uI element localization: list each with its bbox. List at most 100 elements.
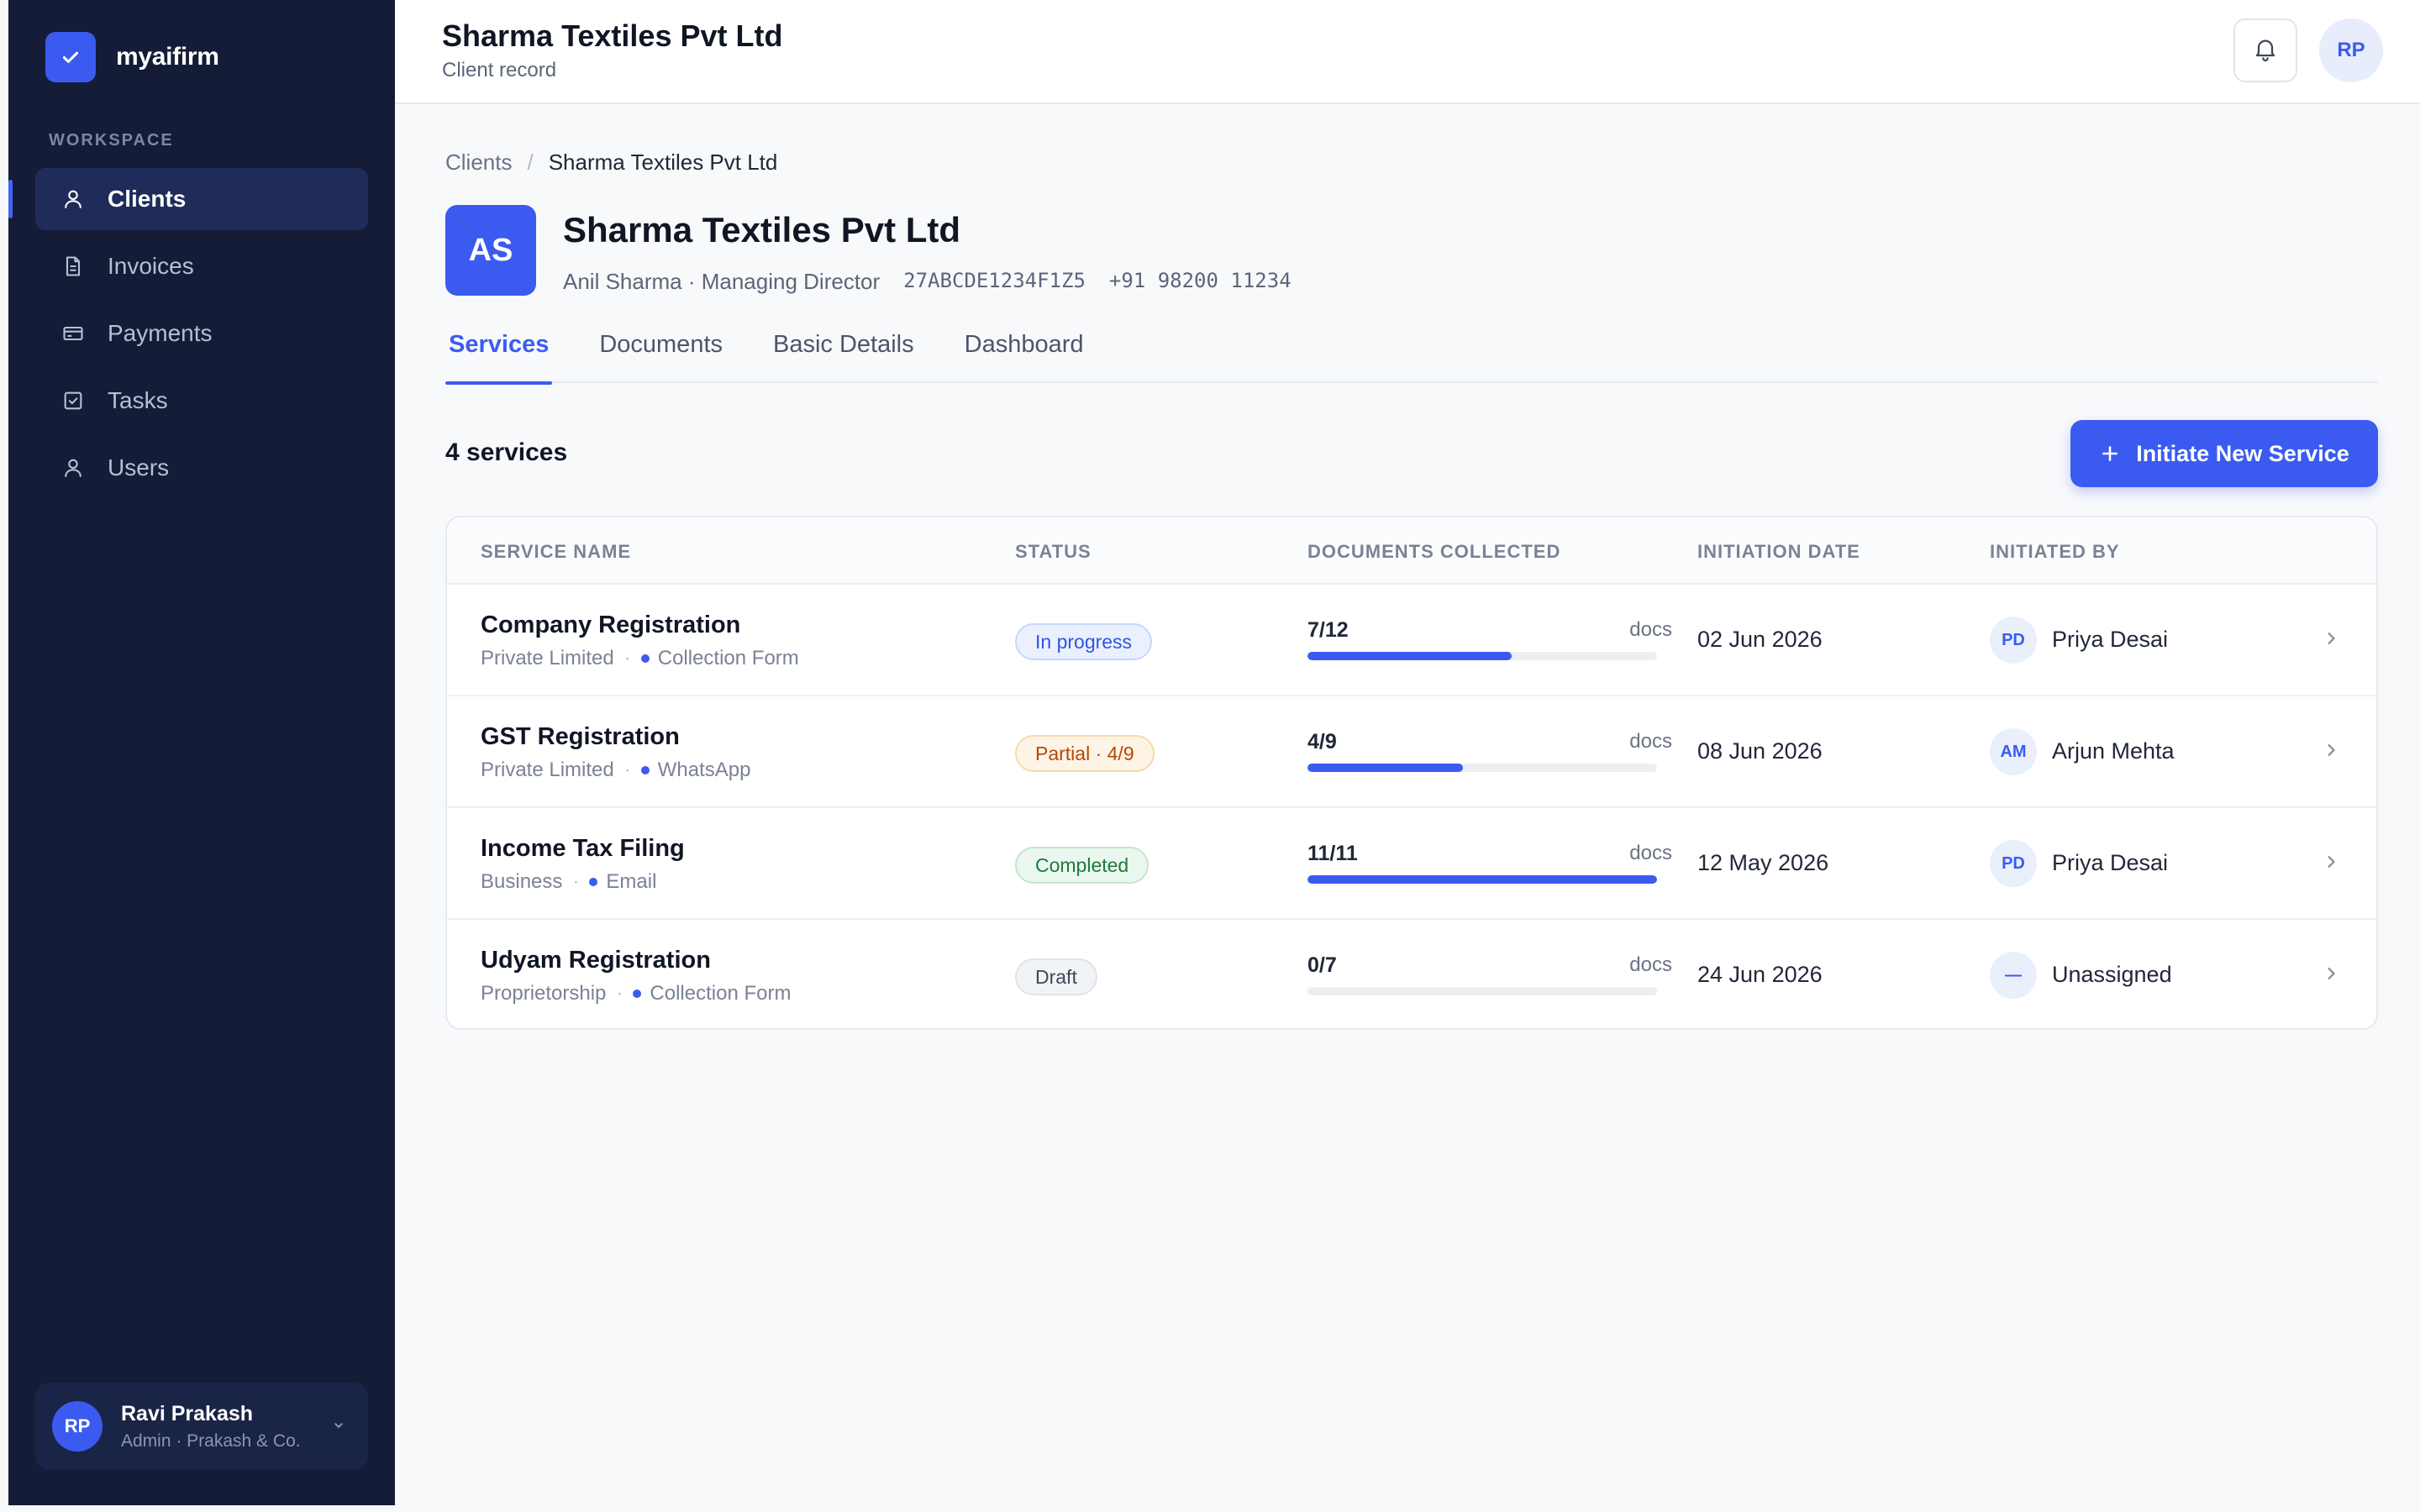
breadcrumb: Clients / Sharma Textiles Pvt Ltd: [445, 150, 777, 176]
avatar: AM: [1990, 728, 2037, 775]
sidebar-item-invoices[interactable]: Invoices: [35, 235, 368, 297]
status-badge: In progress: [1015, 623, 1153, 660]
sidebar-item-payments[interactable]: Payments: [35, 302, 368, 365]
user-name: Ravi Prakash: [121, 1401, 254, 1425]
avatar: PD: [1990, 617, 2037, 664]
chevron-right-icon[interactable]: [2319, 627, 2343, 654]
initiated-by-name: Unassigned: [2052, 962, 2172, 987]
topbar: Sharma Textiles Pvt Ltd Client record RP: [395, 0, 2420, 104]
initiated-by-name: Priya Desai: [2052, 850, 2169, 875]
docs-progress-bar: [1307, 875, 1657, 884]
docs-count: 4/9: [1307, 730, 1337, 753]
bell-icon: [2252, 35, 2279, 66]
status-badge: Completed: [1015, 847, 1150, 884]
initiation-date: 02 Jun 2026: [1697, 627, 1823, 652]
column-header-documents-collected: DOCUMENTS COLLECTED: [1307, 541, 1561, 562]
docs-progress-bar: [1307, 987, 1657, 995]
client-tabs: Services Documents Basic Details Dashboa…: [445, 319, 2378, 385]
channel-dot-icon: [640, 766, 650, 774]
dot-separator: ·: [616, 982, 623, 1005]
docs-progress-fill: [1307, 652, 1512, 660]
breadcrumb-clients-link[interactable]: Clients: [445, 150, 512, 176]
chevron-right-icon[interactable]: [2319, 962, 2343, 990]
status-badge: Partial · 4/9: [1015, 735, 1155, 772]
sidebar-item-label: Payments: [108, 320, 213, 346]
docs-progress-bar: [1307, 764, 1657, 772]
docs-unit: docs: [1629, 730, 1672, 753]
service-entity-type: Private Limited: [481, 647, 614, 669]
avatar[interactable]: RP: [2319, 18, 2383, 82]
page-title: Sharma Textiles Pvt Ltd: [442, 18, 783, 53]
initiated-by-name: Arjun Mehta: [2052, 738, 2175, 764]
docs-count: 11/11: [1307, 842, 1358, 865]
table-row[interactable]: Income Tax Filing Business · Email Compl…: [447, 808, 2376, 920]
page-subtitle: Client record: [442, 59, 557, 81]
docs-progress-fill: [1307, 764, 1463, 772]
service-name: GST Registration: [481, 723, 680, 750]
table-row[interactable]: Udyam Registration Proprietorship · Coll…: [447, 920, 2376, 1028]
initiation-date: 24 Jun 2026: [1697, 962, 1823, 987]
sidebar-item-tasks[interactable]: Tasks: [35, 370, 368, 432]
avatar: RP: [52, 1401, 103, 1452]
initiate-new-service-button[interactable]: Initiate New Service: [2070, 420, 2378, 487]
user-icon: [60, 455, 86, 480]
tab-basic-details[interactable]: Basic Details: [770, 319, 918, 383]
chevron-right-icon[interactable]: [2319, 738, 2343, 766]
sidebar-item-users[interactable]: Users: [35, 437, 368, 499]
column-header-initiation-date: INITIATION DATE: [1697, 541, 1860, 562]
channel-dot-icon: [633, 990, 642, 998]
sidebar-item-label: Tasks: [108, 387, 168, 413]
service-entity-type: Proprietorship: [481, 982, 607, 1005]
checkmark-logo-icon: [45, 32, 96, 82]
sidebar-item-label: Invoices: [108, 253, 194, 279]
document-icon: [60, 254, 86, 279]
table-row[interactable]: Company Registration Private Limited · C…: [447, 585, 2376, 696]
avatar: PD: [1990, 840, 2037, 887]
checkbox-icon: [60, 388, 86, 413]
column-header-service-name: SERVICE NAME: [481, 541, 632, 562]
client-name: Sharma Textiles Pvt Ltd: [563, 210, 961, 249]
service-name: Udyam Registration: [481, 947, 711, 974]
client-phone: +91 98200 11234: [1108, 269, 1292, 292]
tab-documents[interactable]: Documents: [596, 319, 726, 383]
plus-icon: [2099, 443, 2121, 465]
table-row[interactable]: GST Registration Private Limited · Whats…: [447, 696, 2376, 808]
client-avatar: AS: [445, 205, 536, 296]
column-header-status: STATUS: [1015, 541, 1092, 562]
service-entity-type: Business: [481, 870, 563, 893]
service-channel: WhatsApp: [657, 759, 751, 781]
brand-name: myaifirm: [116, 43, 219, 71]
channel-dot-icon: [640, 654, 650, 663]
service-entity-type: Private Limited: [481, 759, 614, 781]
chevron-right-icon[interactable]: [2319, 850, 2343, 878]
chevron-down-icon: [329, 1416, 348, 1439]
client-contact: Anil Sharma · Managing Director: [563, 269, 881, 294]
tab-services[interactable]: Services: [445, 319, 553, 385]
docs-count: 7/12: [1307, 618, 1349, 642]
table-header: SERVICE NAME STATUS DOCUMENTS COLLECTED …: [447, 517, 2376, 585]
docs-unit: docs: [1629, 953, 1672, 976]
current-user-menu[interactable]: RP Ravi Prakash Admin · Prakash & Co.: [35, 1383, 368, 1470]
initiated-by-name: Priya Desai: [2052, 627, 2169, 652]
client-header: AS Sharma Textiles Pvt Ltd Anil Sharma ·…: [445, 205, 1292, 296]
service-channel: Collection Form: [650, 982, 792, 1005]
sidebar-item-label: Clients: [108, 186, 187, 212]
button-label: Initiate New Service: [2136, 440, 2349, 466]
docs-unit: docs: [1629, 842, 1672, 864]
card-icon: [60, 321, 86, 346]
channel-dot-icon: [589, 878, 598, 886]
sidebar-item-label: Users: [108, 454, 170, 480]
workspace-section-label: WORKSPACE: [49, 131, 174, 150]
service-channel: Email: [606, 870, 657, 893]
notifications-button[interactable]: [2233, 18, 2297, 82]
tab-dashboard[interactable]: Dashboard: [961, 319, 1087, 383]
service-name: Company Registration: [481, 612, 741, 638]
services-table: SERVICE NAME STATUS DOCUMENTS COLLECTED …: [445, 516, 2378, 1030]
column-header-initiated-by: INITIATED BY: [1990, 541, 2120, 562]
dot-separator: ·: [623, 647, 631, 669]
service-channel: Collection Form: [657, 647, 799, 669]
sidebar: myaifirm WORKSPACE Clients Invoices Paym…: [8, 0, 395, 1505]
brand[interactable]: myaifirm: [45, 32, 219, 82]
sidebar-item-clients[interactable]: Clients: [8, 168, 368, 230]
avatar: —: [1990, 952, 2037, 999]
